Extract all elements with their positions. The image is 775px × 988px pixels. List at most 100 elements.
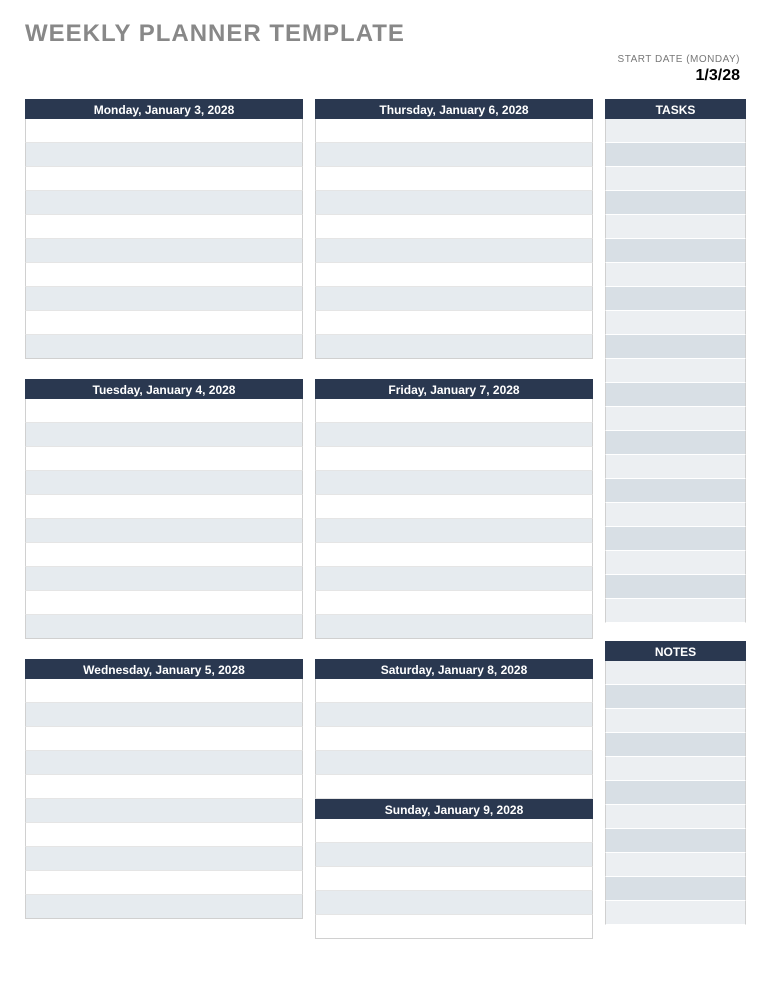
planner-row[interactable] <box>25 847 303 871</box>
planner-row[interactable] <box>315 335 593 359</box>
list-row[interactable] <box>605 685 746 709</box>
planner-row[interactable] <box>25 263 303 287</box>
planner-row[interactable] <box>315 143 593 167</box>
list-row[interactable] <box>605 431 746 455</box>
planner-row[interactable] <box>25 143 303 167</box>
planner-row[interactable] <box>315 167 593 191</box>
planner-row[interactable] <box>315 447 593 471</box>
planner-row[interactable] <box>315 843 593 867</box>
list-row[interactable] <box>605 119 746 143</box>
list-row[interactable] <box>605 877 746 901</box>
planner-row[interactable] <box>25 399 303 423</box>
planner-row[interactable] <box>25 471 303 495</box>
planner-row[interactable] <box>25 519 303 543</box>
list-row[interactable] <box>605 805 746 829</box>
list-row[interactable] <box>605 503 746 527</box>
list-row[interactable] <box>605 733 746 757</box>
planner-row[interactable] <box>25 495 303 519</box>
planner-row[interactable] <box>25 311 303 335</box>
planner-row[interactable] <box>315 679 593 703</box>
list-row[interactable] <box>605 215 746 239</box>
list-row[interactable] <box>605 599 746 623</box>
planner-row[interactable] <box>315 215 593 239</box>
planner-row[interactable] <box>25 567 303 591</box>
list-row[interactable] <box>605 661 746 685</box>
list-row[interactable] <box>605 335 746 359</box>
list-row[interactable] <box>605 527 746 551</box>
planner-row[interactable] <box>25 727 303 751</box>
list-row[interactable] <box>605 829 746 853</box>
planner-row[interactable] <box>315 239 593 263</box>
list-row[interactable] <box>605 853 746 877</box>
planner-row[interactable] <box>315 615 593 639</box>
planner-row[interactable] <box>25 679 303 703</box>
column-left: Monday, January 3, 2028 Tuesday, January… <box>25 99 303 959</box>
planner-row[interactable] <box>25 615 303 639</box>
planner-row[interactable] <box>315 263 593 287</box>
planner-row[interactable] <box>25 823 303 847</box>
planner-row[interactable] <box>25 287 303 311</box>
planner-row[interactable] <box>315 399 593 423</box>
planner-row[interactable] <box>25 239 303 263</box>
list-row[interactable] <box>605 407 746 431</box>
planner-row[interactable] <box>25 119 303 143</box>
planner-row[interactable] <box>25 167 303 191</box>
planner-row[interactable] <box>315 891 593 915</box>
planner-row[interactable] <box>315 495 593 519</box>
day-block-thursday: Thursday, January 6, 2028 <box>315 99 593 359</box>
planner-row[interactable] <box>315 519 593 543</box>
planner-row[interactable] <box>315 819 593 843</box>
day-rows <box>315 819 593 939</box>
planner-row[interactable] <box>315 287 593 311</box>
list-row[interactable] <box>605 383 746 407</box>
planner-row[interactable] <box>315 751 593 775</box>
planner-row[interactable] <box>25 703 303 727</box>
list-row[interactable] <box>605 263 746 287</box>
day-block-friday: Friday, January 7, 2028 <box>315 379 593 639</box>
start-date-value[interactable]: 1/3/28 <box>25 67 740 85</box>
planner-row[interactable] <box>315 119 593 143</box>
planner-row[interactable] <box>315 867 593 891</box>
tasks-header: TASKS <box>605 99 746 119</box>
planner-row[interactable] <box>25 543 303 567</box>
list-row[interactable] <box>605 901 746 925</box>
list-row[interactable] <box>605 359 746 383</box>
planner-row[interactable] <box>315 591 593 615</box>
list-row[interactable] <box>605 709 746 733</box>
planner-row[interactable] <box>315 543 593 567</box>
list-row[interactable] <box>605 575 746 599</box>
planner-row[interactable] <box>25 447 303 471</box>
planner-row[interactable] <box>315 915 593 939</box>
planner-row[interactable] <box>25 775 303 799</box>
planner-row[interactable] <box>25 751 303 775</box>
planner-row[interactable] <box>25 215 303 239</box>
list-row[interactable] <box>605 551 746 575</box>
column-side: TASKS NOTES <box>605 99 746 959</box>
list-row[interactable] <box>605 167 746 191</box>
planner-row[interactable] <box>315 191 593 215</box>
planner-row[interactable] <box>25 423 303 447</box>
planner-row[interactable] <box>315 567 593 591</box>
planner-row[interactable] <box>315 471 593 495</box>
list-row[interactable] <box>605 287 746 311</box>
planner-row[interactable] <box>25 191 303 215</box>
planner-row[interactable] <box>25 895 303 919</box>
planner-row[interactable] <box>25 335 303 359</box>
planner-row[interactable] <box>25 799 303 823</box>
list-row[interactable] <box>605 757 746 781</box>
planner-row[interactable] <box>25 591 303 615</box>
list-row[interactable] <box>605 455 746 479</box>
list-row[interactable] <box>605 781 746 805</box>
planner-grid: Monday, January 3, 2028 Tuesday, January… <box>25 99 750 959</box>
list-row[interactable] <box>605 311 746 335</box>
planner-row[interactable] <box>315 423 593 447</box>
list-row[interactable] <box>605 479 746 503</box>
planner-row[interactable] <box>315 703 593 727</box>
planner-row[interactable] <box>25 871 303 895</box>
list-row[interactable] <box>605 239 746 263</box>
planner-row[interactable] <box>315 311 593 335</box>
list-row[interactable] <box>605 191 746 215</box>
planner-row[interactable] <box>315 727 593 751</box>
planner-row[interactable] <box>315 775 593 799</box>
list-row[interactable] <box>605 143 746 167</box>
